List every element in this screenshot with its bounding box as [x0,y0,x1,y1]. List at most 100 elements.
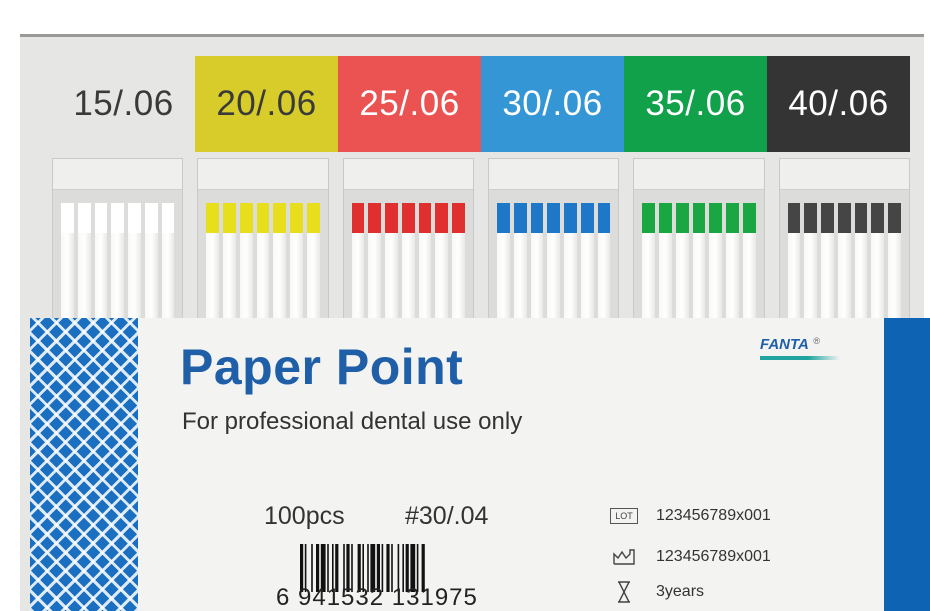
paper-point [128,203,141,321]
size-label: 30/.06 [481,56,624,152]
brand-logo: FANTA ® [760,336,860,376]
paper-point-color-tip [223,203,236,233]
lattice-pattern [30,318,138,611]
paper-point-color-tip [351,203,365,233]
size-label-strip: 15/.06 20/.06 25/.06 30/.06 35/.06 40/.06 [52,56,910,152]
paper-point [675,203,689,321]
paper-point-color-tip [837,203,851,233]
paper-point-color-tip [530,203,544,233]
manufacture-date-icon [610,547,638,567]
paper-point-tray [52,158,910,322]
paper-point [871,203,885,321]
paper-points-group [787,203,901,321]
manufacture-row: 123456789x001 [610,547,771,567]
paper-point-color-tip [659,203,672,233]
paper-point-color-tip [61,203,74,233]
paper-point [239,203,253,321]
size-code: #30/.04 [405,502,489,530]
slot-lid [634,159,764,190]
paper-point-color-tip [854,203,868,233]
paper-point-color-tip [642,203,656,233]
tray-slot [197,158,329,322]
paper-point-color-tip [77,203,91,233]
paper-point-color-tip [128,203,141,233]
paper-point [804,203,818,321]
paper-point-color-tip [94,203,108,233]
manufacture-number: 123456789x001 [656,548,771,565]
paper-point [692,203,706,321]
paper-points-group [61,203,175,321]
paper-point-color-tip [709,203,723,233]
tray-slot [778,158,910,322]
paper-point [530,203,544,321]
paper-point [111,203,125,321]
paper-point-color-tip [821,203,834,233]
tray-slot [342,158,474,322]
expiry-row: 3years [610,581,704,603]
brand-registered-mark: ® [813,336,820,346]
slot-lid [343,159,473,190]
paper-point [94,203,108,321]
paper-point [597,203,611,321]
paper-point [726,203,739,321]
paper-point [351,203,365,321]
paper-point [306,203,320,321]
paper-point-color-tip [239,203,253,233]
brand-swoosh [760,356,840,360]
slot-lid [779,159,909,190]
paper-point [580,203,594,321]
paper-point [401,203,415,321]
paper-point-color-tip [435,203,449,233]
paper-point [659,203,672,321]
paper-point-color-tip [418,203,432,233]
paper-point [854,203,868,321]
product-subtitle: For professional dental use only [182,408,523,435]
paper-point [77,203,91,321]
paper-point-color-tip [496,203,510,233]
product-photo: 15/.06 20/.06 25/.06 30/.06 35/.06 40/.06 Pap… [0,0,930,611]
paper-point [256,203,270,321]
paper-point-color-tip [161,203,175,233]
paper-point-color-tip [580,203,594,233]
paper-point-color-tip [401,203,415,233]
paper-point [368,203,382,321]
paper-points-group [496,203,611,321]
paper-point [821,203,834,321]
paper-point [435,203,449,321]
barcode-digits: 6 941532 131975 [276,584,478,611]
paper-point [206,203,220,321]
paper-point [547,203,561,321]
paper-point-color-tip [273,203,287,233]
lot-row: LOT 123456789x001 [610,507,771,525]
slot-lid [488,159,619,190]
slot-lid [198,159,328,190]
size-label: 15/.06 [52,56,195,152]
paper-point [273,203,287,321]
paper-point-color-tip [888,203,901,233]
paper-point [709,203,723,321]
paper-point-color-tip [111,203,125,233]
paper-point-color-tip [368,203,382,233]
paper-points-group [351,203,466,321]
slot-lid [53,159,183,190]
paper-point [290,203,303,321]
paper-point-color-tip [787,203,801,233]
paper-point [888,203,901,321]
paper-point-color-tip [597,203,611,233]
paper-point-color-tip [564,203,577,233]
lot-number: 123456789x001 [656,507,771,524]
paper-point-color-tip [385,203,398,233]
paper-point-color-tip [871,203,885,233]
piece-count: 100pcs [264,502,345,530]
paper-point-color-tip [742,203,756,233]
size-label: 35/.06 [624,56,767,152]
paper-point-color-tip [256,203,270,233]
paper-point [513,203,527,321]
paper-point [161,203,175,321]
paper-point [452,203,466,321]
paper-point-color-tip [692,203,706,233]
tray-slot [52,158,184,322]
paper-point [418,203,432,321]
paper-point [564,203,577,321]
paper-point [642,203,656,321]
